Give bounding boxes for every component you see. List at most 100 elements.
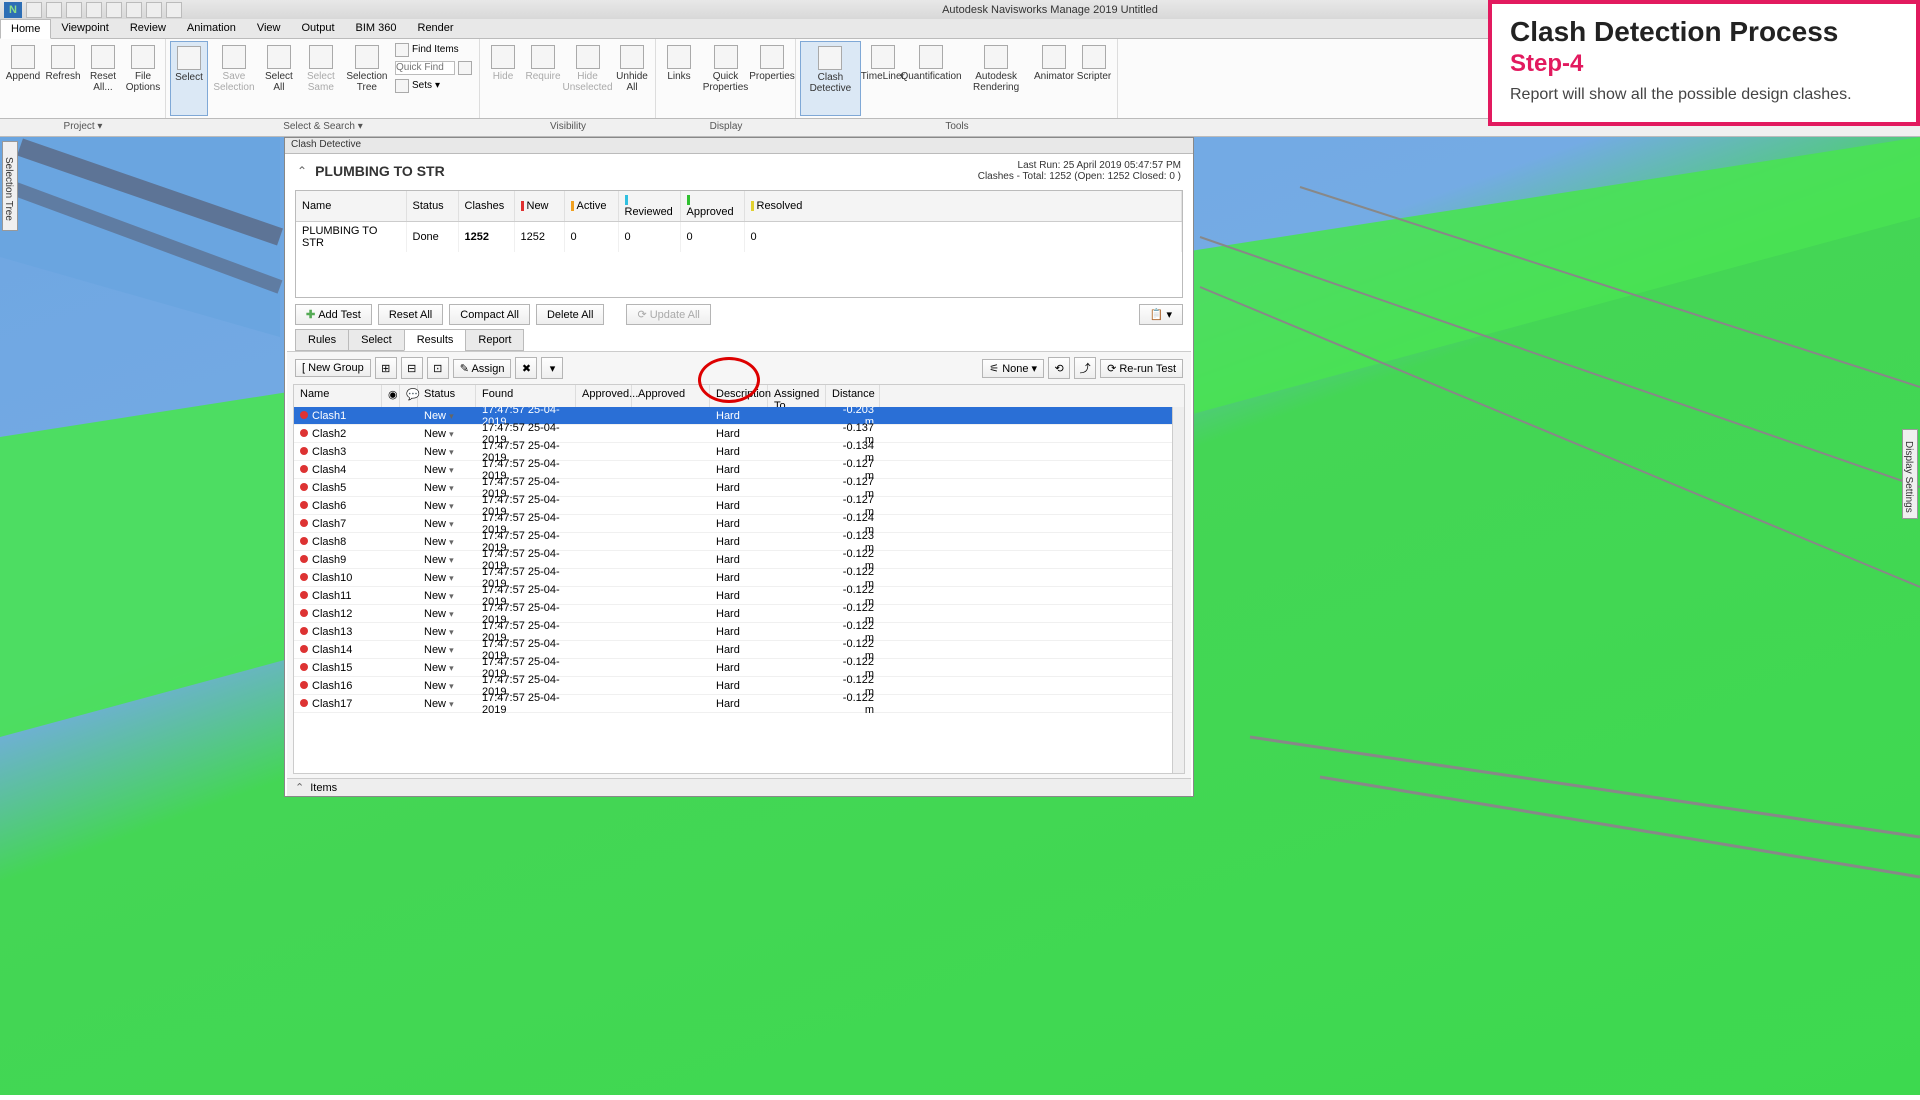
timeliner-button[interactable]: TimeLiner <box>863 41 903 116</box>
delete-all-button[interactable]: Delete All <box>536 304 604 325</box>
status-dropdown-icon[interactable]: ▾ <box>449 645 454 655</box>
panel-title[interactable]: Clash Detective <box>285 138 1193 154</box>
collapse-icon[interactable]: ⌃ <box>297 164 307 178</box>
properties-button[interactable]: Properties <box>753 41 791 116</box>
clash-row[interactable]: Clash7New ▾17:47:57 25-04-2019Hard-0.124… <box>294 515 1172 533</box>
items-footer[interactable]: ⌃Items <box>287 778 1191 796</box>
unhide-all-button[interactable]: Unhide All <box>613 41 651 116</box>
clash-row[interactable]: Clash3New ▾17:47:57 25-04-2019Hard-0.134… <box>294 443 1172 461</box>
reset-all-button[interactable]: Reset All <box>378 304 443 325</box>
status-dropdown-icon[interactable]: ▾ <box>449 447 454 457</box>
qat-undo-icon[interactable] <box>106 2 122 18</box>
qat-save-icon[interactable] <box>66 2 82 18</box>
status-dropdown-icon[interactable]: ▾ <box>449 519 454 529</box>
clash-row[interactable]: Clash14New ▾17:47:57 25-04-2019Hard-0.12… <box>294 641 1172 659</box>
tab-select[interactable]: Select <box>348 329 405 351</box>
qat-new-icon[interactable] <box>26 2 42 18</box>
status-dropdown-icon[interactable]: ▾ <box>449 555 454 565</box>
search-icon[interactable] <box>458 61 472 75</box>
clash-row[interactable]: Clash9New ▾17:47:57 25-04-2019Hard-0.122… <box>294 551 1172 569</box>
th-name[interactable]: Name <box>296 191 406 222</box>
clash-row[interactable]: Clash16New ▾17:47:57 25-04-2019Hard-0.12… <box>294 677 1172 695</box>
qat-select-icon[interactable] <box>166 2 182 18</box>
viewport-3d[interactable]: Selection Tree Clash Detective ⌃ PLUMBIN… <box>0 137 1920 1095</box>
status-dropdown-icon[interactable]: ▾ <box>449 681 454 691</box>
clash-row[interactable]: Clash8New ▾17:47:57 25-04-2019Hard-0.123… <box>294 533 1172 551</box>
qat-refresh-icon[interactable] <box>146 2 162 18</box>
append-button[interactable]: Append <box>4 41 42 116</box>
find-items-button[interactable]: Find Items <box>392 41 475 58</box>
quick-props-button[interactable]: Quick Properties <box>700 41 751 116</box>
tab-home[interactable]: Home <box>0 19 51 39</box>
tab-results[interactable]: Results <box>404 329 467 351</box>
qat-print-icon[interactable] <box>86 2 102 18</box>
clash-row[interactable]: Clash6New ▾17:47:57 25-04-2019Hard-0.127… <box>294 497 1172 515</box>
select-button[interactable]: Select <box>170 41 208 116</box>
scripter-button[interactable]: Scripter <box>1075 41 1113 116</box>
display-settings-sidetab[interactable]: Display Settings <box>1902 429 1918 519</box>
th-resolved[interactable]: Resolved <box>744 191 1182 222</box>
th-status[interactable]: Status <box>406 191 458 222</box>
assign-button[interactable]: ✎ Assign <box>453 359 512 378</box>
status-dropdown-icon[interactable]: ▾ <box>449 465 454 475</box>
tab-render[interactable]: Render <box>408 19 465 38</box>
results-scrollbar[interactable] <box>1172 407 1184 773</box>
tab-animation[interactable]: Animation <box>177 19 247 38</box>
clash-row[interactable]: Clash2New ▾17:47:57 25-04-2019Hard-0.137… <box>294 425 1172 443</box>
clash-row[interactable]: Clash17New ▾17:47:57 25-04-2019Hard-0.12… <box>294 695 1172 713</box>
clash-row[interactable]: Clash13New ▾17:47:57 25-04-2019Hard-0.12… <box>294 623 1172 641</box>
compact-all-button[interactable]: Compact All <box>449 304 530 325</box>
compact-icon-button[interactable]: ⊡ <box>427 357 449 379</box>
quick-find-input[interactable] <box>395 61 455 75</box>
export-button[interactable]: 📋 ▾ <box>1139 304 1183 325</box>
add-test-button[interactable]: ✚Add Test <box>295 304 372 325</box>
reset-all-button[interactable]: Reset All... <box>84 41 122 116</box>
group-icon-button[interactable]: ⊞ <box>375 357 397 379</box>
clash-row[interactable]: Clash4New ▾17:47:57 25-04-2019Hard-0.127… <box>294 461 1172 479</box>
status-dropdown-icon[interactable]: ▾ <box>449 483 454 493</box>
animator-button[interactable]: Animator <box>1035 41 1073 116</box>
clash-row[interactable]: Clash1New ▾17:47:57 25-04-2019Hard-0.203… <box>294 407 1172 425</box>
group-label-project[interactable]: Project ▾ <box>0 119 166 136</box>
status-dropdown-icon[interactable]: ▾ <box>449 537 454 547</box>
reveal-icon-button[interactable]: ⤴ <box>1074 357 1096 379</box>
th-new[interactable]: New <box>514 191 564 222</box>
status-dropdown-icon[interactable]: ▾ <box>449 699 454 709</box>
clash-row[interactable]: Clash10New ▾17:47:57 25-04-2019Hard-0.12… <box>294 569 1172 587</box>
links-button[interactable]: Links <box>660 41 698 116</box>
tab-viewpoint[interactable]: Viewpoint <box>51 19 120 38</box>
clash-row[interactable]: Clash5New ▾17:47:57 25-04-2019Hard-0.127… <box>294 479 1172 497</box>
th-active[interactable]: Active <box>564 191 618 222</box>
tab-review[interactable]: Review <box>120 19 177 38</box>
tab-rules[interactable]: Rules <box>295 329 349 351</box>
clash-row[interactable]: Clash15New ▾17:47:57 25-04-2019Hard-0.12… <box>294 659 1172 677</box>
tab-bim360[interactable]: BIM 360 <box>346 19 408 38</box>
th-approved[interactable]: Approved <box>680 191 744 222</box>
selection-tree-sidetab[interactable]: Selection Tree <box>2 141 18 231</box>
tab-report[interactable]: Report <box>465 329 524 351</box>
clash-row[interactable]: Clash12New ▾17:47:57 25-04-2019Hard-0.12… <box>294 605 1172 623</box>
unassign-icon-button[interactable]: ✖ <box>515 357 537 379</box>
status-dropdown-icon[interactable]: ▾ <box>449 591 454 601</box>
autodesk-rendering-button[interactable]: Autodesk Rendering <box>959 41 1033 116</box>
qat-redo-icon[interactable] <box>126 2 142 18</box>
rerun-test-button[interactable]: ⟳ Re-run Test <box>1100 359 1183 378</box>
app-logo[interactable]: N <box>4 2 22 18</box>
sets-button[interactable]: Sets▾ <box>392 77 475 94</box>
qat-open-icon[interactable] <box>46 2 62 18</box>
file-options-button[interactable]: File Options <box>124 41 162 116</box>
th-clashes[interactable]: Clashes <box>458 191 514 222</box>
status-dropdown-icon[interactable]: ▾ <box>449 663 454 673</box>
th-reviewed[interactable]: Reviewed <box>618 191 680 222</box>
filter-icon-button[interactable]: ▾ <box>541 357 563 379</box>
clash-row[interactable]: Clash11New ▾17:47:57 25-04-2019Hard-0.12… <box>294 587 1172 605</box>
isolate-icon-button[interactable]: ⟲ <box>1048 357 1070 379</box>
status-dropdown-icon[interactable]: ▾ <box>449 429 454 439</box>
tab-output[interactable]: Output <box>292 19 346 38</box>
tab-view[interactable]: View <box>247 19 292 38</box>
explode-icon-button[interactable]: ⊟ <box>401 357 423 379</box>
filter-none-button[interactable]: ⚟ None ▾ <box>982 359 1044 378</box>
select-all-button[interactable]: Select All <box>260 41 298 116</box>
clash-detective-button[interactable]: Clash Detective <box>800 41 861 116</box>
tests-row[interactable]: PLUMBING TO STR Done 1252 1252 0 0 0 0 <box>296 222 1182 253</box>
